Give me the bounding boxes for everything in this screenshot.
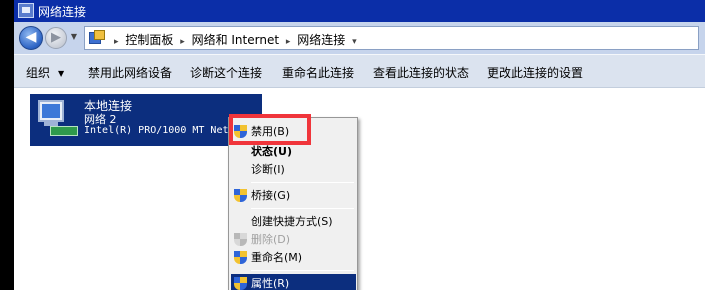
menu-item-properties[interactable]: 属性(R) [231, 274, 356, 290]
chevron-down-icon: ▼ [58, 69, 65, 78]
highlight-box [229, 114, 311, 145]
address-bar[interactable]: ▸ 控制面板 ▸ 网络和 Internet ▸ 网络连接 ▾ [84, 26, 699, 50]
breadcrumb-network-internet[interactable]: 网络和 Internet [192, 33, 279, 47]
command-bar: 组织 ▼ 禁用此网络设备 诊断这个连接 重命名此连接 查看此连接的状态 更改此连接… [14, 54, 705, 88]
uac-shield-icon [234, 189, 247, 203]
menu-item-diagnose-label: 诊断(I) [251, 163, 285, 176]
menu-item-properties-label: 属性(R) [251, 277, 290, 290]
change-settings-button[interactable]: 更改此连接的设置 [487, 64, 583, 81]
menu-item-rename-label: 重命名(M) [251, 251, 303, 264]
menu-item-delete[interactable]: 删除(D) [231, 230, 356, 250]
network-connections-icon [18, 3, 34, 18]
menu-separator [251, 208, 354, 209]
window-title: 网络连接 [38, 5, 87, 19]
uac-shield-icon [234, 251, 247, 265]
breadcrumb-separator[interactable]: ▸ [114, 37, 119, 47]
recent-pages-dropdown[interactable]: ▼ [69, 31, 79, 43]
diagnose-button[interactable]: 诊断这个连接 [190, 64, 262, 81]
breadcrumb-separator[interactable]: ▸ [286, 37, 291, 47]
back-button[interactable]: ◀ [19, 26, 43, 50]
menu-separator [251, 182, 354, 183]
organize-button[interactable]: 组织 ▼ [26, 64, 64, 81]
connections-list: 本地连接 网络 2 Intel(R) PRO/1000 MT Net [14, 88, 705, 290]
breadcrumb-control-panel[interactable]: 控制面板 [125, 33, 173, 47]
menu-item-create-shortcut[interactable]: 创建快捷方式(S) [231, 212, 356, 232]
network-adapter-icon [36, 100, 80, 140]
menu-item-rename[interactable]: 重命名(M) [231, 248, 356, 268]
menu-item-diagnose[interactable]: 诊断(I) [231, 160, 356, 180]
breadcrumb-dropdown[interactable]: ▾ [352, 37, 357, 47]
menu-separator [251, 270, 354, 271]
menu-item-create-shortcut-label: 创建快捷方式(S) [251, 215, 333, 228]
rename-button[interactable]: 重命名此连接 [282, 64, 354, 81]
breadcrumb-network-connections[interactable]: 网络连接 [297, 33, 345, 47]
breadcrumb-separator[interactable]: ▸ [180, 37, 185, 47]
window-left-edge [0, 0, 14, 290]
view-status-button[interactable]: 查看此连接的状态 [373, 64, 469, 81]
uac-shield-icon [234, 233, 247, 247]
control-panel-icon [89, 30, 105, 46]
disable-device-button[interactable]: 禁用此网络设备 [88, 64, 172, 81]
menu-item-status-label: 状态(U) [251, 145, 292, 158]
forward-button[interactable]: ▶ [45, 27, 67, 49]
title-bar: 网络连接 [14, 0, 705, 22]
menu-item-bridge[interactable]: 桥接(G) [231, 186, 356, 206]
breadcrumb: ▸ 控制面板 ▸ 网络和 Internet ▸ 网络连接 ▾ [111, 31, 360, 48]
menu-item-bridge-label: 桥接(G) [251, 189, 291, 202]
menu-item-delete-label: 删除(D) [251, 233, 291, 246]
organize-label: 组织 [26, 66, 51, 80]
navigation-bar: ◀ ▶ ▼ ▸ 控制面板 ▸ 网络和 Internet ▸ 网络连接 ▾ [14, 22, 705, 54]
menu-item-status[interactable]: 状态(U) [231, 142, 356, 162]
connection-device: Intel(R) PRO/1000 MT Net [84, 125, 229, 136]
uac-shield-icon [234, 277, 247, 290]
